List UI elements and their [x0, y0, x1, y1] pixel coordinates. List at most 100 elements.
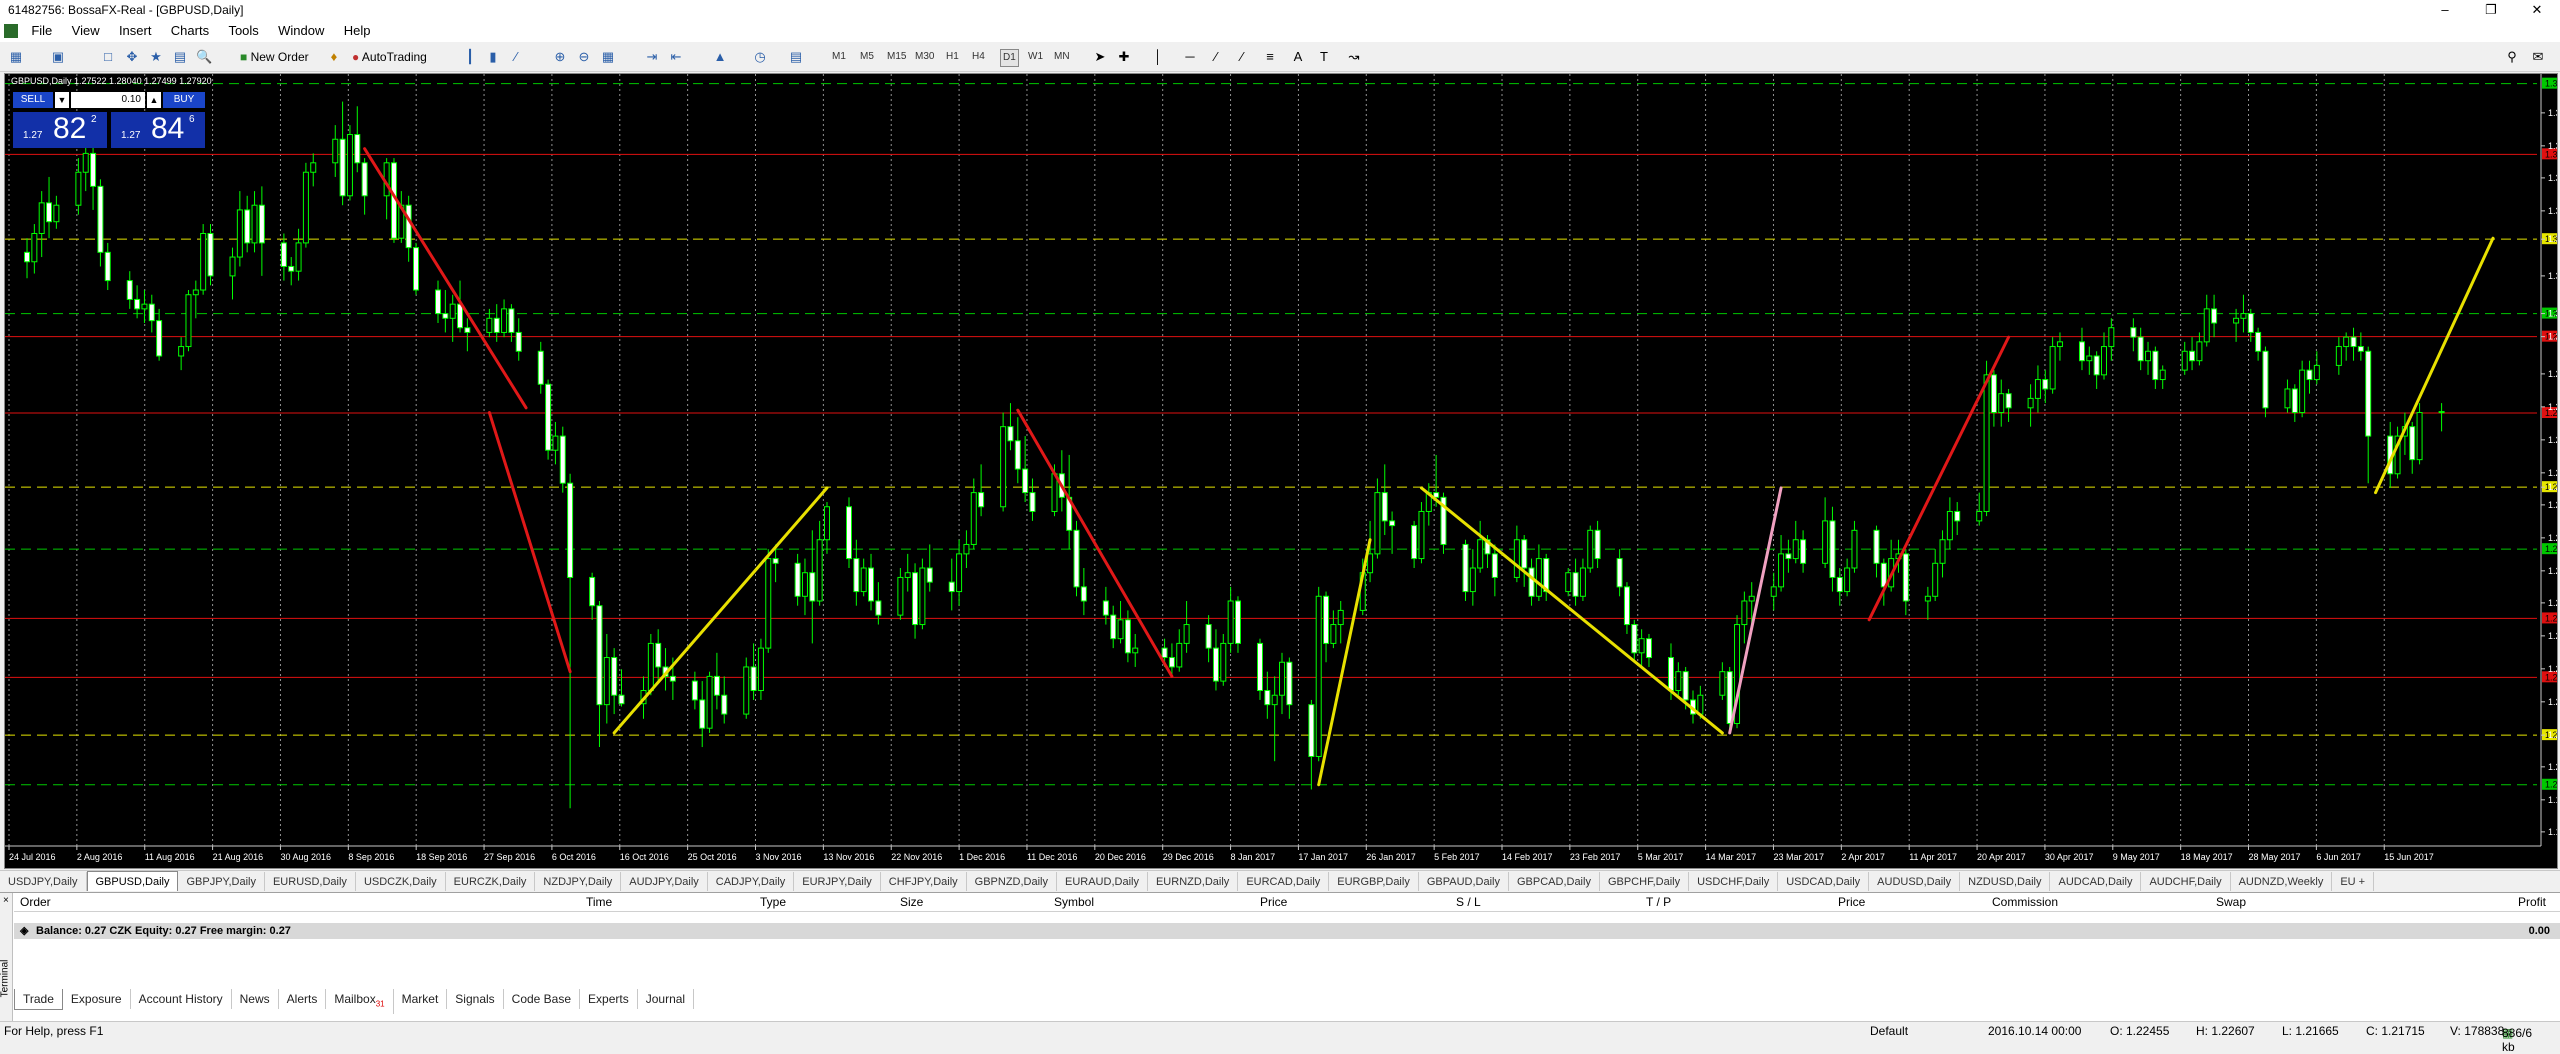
- chart-tab[interactable]: EURGBP,Daily: [1329, 872, 1419, 891]
- restore-icon[interactable]: ❐: [2468, 0, 2514, 20]
- balance-row[interactable]: ◈ Balance: 0.27 CZK Equity: 0.27 Free ma…: [14, 923, 2560, 939]
- col-price[interactable]: Price: [1260, 895, 1287, 909]
- col-type[interactable]: Type: [760, 895, 786, 909]
- text-icon[interactable]: A: [1290, 49, 1306, 65]
- autotrading-button[interactable]: ● AutoTrading: [352, 47, 427, 67]
- crosshair-icon[interactable]: ✚: [1116, 49, 1132, 65]
- cursor-icon[interactable]: ➤: [1092, 49, 1108, 65]
- chart-tab[interactable]: EURCZK,Daily: [446, 872, 536, 891]
- sell-button[interactable]: SELL: [13, 92, 53, 108]
- chart-tab[interactable]: EURJPY,Daily: [794, 872, 881, 891]
- menu-help[interactable]: Help: [336, 20, 379, 42]
- terminal-tab[interactable]: Experts: [580, 989, 638, 1009]
- metaeditor-icon[interactable]: ♦: [326, 49, 342, 65]
- app-icon[interactable]: [4, 24, 18, 38]
- autoscroll-icon[interactable]: ⇤: [668, 49, 684, 65]
- status-profile[interactable]: Default: [1870, 1024, 1908, 1038]
- col-current-price[interactable]: Price: [1838, 895, 1865, 909]
- close-icon[interactable]: ✕: [2514, 0, 2560, 20]
- zoom-in-icon[interactable]: ⊕: [552, 49, 568, 65]
- col-order[interactable]: Order: [20, 895, 51, 909]
- arrows-icon[interactable]: ↝: [1346, 49, 1362, 65]
- col-sl[interactable]: S / L: [1456, 895, 1481, 909]
- timeframe-m5[interactable]: M5: [860, 49, 874, 65]
- chart-tab[interactable]: GBPNZD,Daily: [967, 872, 1057, 891]
- horizontal-line-icon[interactable]: ─: [1182, 49, 1198, 65]
- timeframe-m1[interactable]: M1: [832, 49, 846, 65]
- chart-tab[interactable]: USDCHF,Daily: [1689, 872, 1779, 891]
- terminal-tab[interactable]: News: [232, 989, 279, 1009]
- strategy-tester-icon[interactable]: 🔍: [196, 49, 212, 65]
- chart-tab[interactable]: GBPCHF,Daily: [1600, 872, 1690, 891]
- bar-chart-icon[interactable]: ┃: [462, 49, 478, 65]
- chart-tab[interactable]: CHFJPY,Daily: [881, 872, 967, 891]
- terminal-side-handle[interactable]: Terminal: [0, 893, 13, 1021]
- col-tp[interactable]: T / P: [1646, 895, 1671, 909]
- terminal-tab[interactable]: Exposure: [63, 989, 131, 1009]
- timeframe-mn[interactable]: MN: [1054, 49, 1070, 65]
- buy-price[interactable]: 1.27 84 6: [111, 112, 205, 148]
- timeframe-h4[interactable]: H4: [972, 49, 985, 65]
- timeframe-w1[interactable]: W1: [1028, 49, 1043, 65]
- col-symbol[interactable]: Symbol: [1054, 895, 1094, 909]
- line-chart-icon[interactable]: ∕: [508, 49, 524, 65]
- col-commission[interactable]: Commission: [1992, 895, 2058, 909]
- chart-tab[interactable]: AUDCHF,Daily: [2141, 872, 2231, 891]
- lot-increase-button[interactable]: ▲: [147, 92, 161, 108]
- fibonacci-icon[interactable]: ≡: [1262, 49, 1278, 65]
- chart-tab[interactable]: AUDNZD,Weekly: [2231, 872, 2333, 891]
- market-watch-icon[interactable]: □: [100, 49, 116, 65]
- periods-icon[interactable]: ◷: [752, 49, 768, 65]
- indicators-icon[interactable]: ▲: [712, 49, 728, 65]
- terminal-icon[interactable]: ▤: [172, 49, 188, 65]
- chart-tab[interactable]: NZDUSD,Daily: [1960, 872, 2051, 891]
- terminal-tab[interactable]: Trade: [14, 989, 63, 1010]
- chart-tab[interactable]: USDJPY,Daily: [0, 872, 87, 891]
- profiles-icon[interactable]: ▣: [50, 49, 66, 65]
- terminal-tab[interactable]: Code Base: [504, 989, 581, 1009]
- channel-icon[interactable]: ⁄: [1234, 49, 1250, 65]
- sell-price[interactable]: 1.27 82 2: [13, 112, 107, 148]
- lot-decrease-button[interactable]: ▼: [55, 92, 69, 108]
- terminal-tab[interactable]: Market: [394, 989, 448, 1009]
- terminal-tab[interactable]: Account History: [131, 989, 232, 1009]
- candlesticks-icon[interactable]: ▮: [485, 49, 501, 65]
- chart-tab[interactable]: GBPUSD,Daily: [86, 871, 179, 891]
- templates-icon[interactable]: ▤: [788, 49, 804, 65]
- chart-tab[interactable]: EURAUD,Daily: [1057, 872, 1148, 891]
- new-order-button[interactable]: ■ New Order: [240, 47, 309, 67]
- menu-tools[interactable]: Tools: [220, 20, 266, 42]
- trendline-icon[interactable]: ∕: [1208, 49, 1224, 65]
- data-window-icon[interactable]: ★: [148, 49, 164, 65]
- chart-tab[interactable]: USDCZK,Daily: [356, 872, 446, 891]
- col-time[interactable]: Time: [586, 895, 612, 909]
- chart-tab[interactable]: AUDUSD,Daily: [1869, 872, 1961, 891]
- lot-size-input[interactable]: 0.10: [71, 92, 145, 108]
- menu-charts[interactable]: Charts: [163, 20, 217, 42]
- chart-tab[interactable]: GBPCAD,Daily: [1509, 872, 1600, 891]
- timeframe-m30[interactable]: M30: [915, 49, 934, 65]
- chart-tab[interactable]: EURNZD,Daily: [1148, 872, 1239, 891]
- navigator-icon[interactable]: ✥: [124, 49, 140, 65]
- chart-window[interactable]: 1.348801.333801.315791.300001.295101.278…: [4, 73, 2558, 869]
- menu-file[interactable]: File: [23, 20, 60, 42]
- chart-shift-icon[interactable]: ⇥: [644, 49, 660, 65]
- chart-tab[interactable]: EU +: [2332, 872, 2375, 891]
- zoom-out-icon[interactable]: ⊖: [576, 49, 592, 65]
- chart-tab[interactable]: GBPAUD,Daily: [1419, 872, 1509, 891]
- chart-tab[interactable]: AUDCAD,Daily: [2050, 872, 2142, 891]
- search-icon[interactable]: ⚲: [2504, 49, 2520, 65]
- chart-tab[interactable]: USDCAD,Daily: [1778, 872, 1870, 891]
- chart-tab[interactable]: GBPJPY,Daily: [178, 872, 265, 891]
- timeframe-d1[interactable]: D1: [1000, 49, 1019, 67]
- timeframe-m15[interactable]: M15: [887, 49, 906, 65]
- terminal-tab[interactable]: Journal: [638, 989, 695, 1009]
- chat-icon[interactable]: ✉: [2530, 49, 2546, 65]
- chart-tab[interactable]: CADJPY,Daily: [708, 872, 795, 891]
- menu-window[interactable]: Window: [270, 20, 332, 42]
- vertical-line-icon[interactable]: │: [1150, 49, 1166, 65]
- col-swap[interactable]: Swap: [2216, 895, 2246, 909]
- chart-tab[interactable]: EURCAD,Daily: [1238, 872, 1330, 891]
- tile-windows-icon[interactable]: ▦: [600, 49, 616, 65]
- terminal-close-icon[interactable]: ×: [3, 895, 9, 906]
